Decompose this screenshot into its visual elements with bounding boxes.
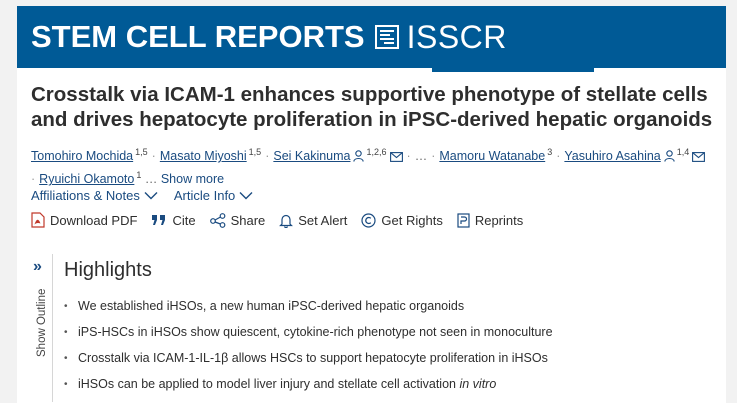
quote-icon (152, 215, 166, 225)
share-button[interactable]: Share (209, 212, 265, 228)
author-item[interactable]: Sei Kakinuma 1,2,6 (273, 147, 403, 163)
journal-brand: STEM CELL REPORTS (31, 19, 365, 54)
chevron-down-icon (144, 192, 158, 200)
list-item: We established iHSOs, a new human iPSC-d… (64, 299, 714, 314)
authors-trailing: … (144, 172, 158, 187)
reprints-button[interactable]: Reprints (457, 212, 523, 228)
highlights-list: We established iHSOs, a new human iPSC-d… (64, 299, 714, 392)
highlights-section: Highlights We established iHSOs, a new h… (64, 259, 714, 403)
author-item[interactable]: Mamoru Watanabe 3 (439, 147, 552, 163)
get-rights-button[interactable]: Get Rights (361, 212, 443, 228)
mail-icon[interactable] (692, 152, 706, 163)
info-row: Affiliations & Notes Article Info (31, 188, 253, 203)
reprints-icon (457, 212, 470, 228)
affiliations-toggle[interactable]: Affiliations & Notes (31, 188, 158, 203)
chevron-down-icon (239, 192, 253, 200)
accent-bar (432, 68, 594, 72)
mail-icon[interactable] (389, 152, 403, 163)
download-pdf-button[interactable]: Download PDF (31, 212, 137, 228)
isscr-logo-icon (374, 25, 399, 49)
copyright-icon (361, 212, 377, 228)
author-item[interactable]: Yasuhiro Asahina 1,4 (564, 147, 706, 163)
set-alert-button[interactable]: Set Alert (279, 212, 347, 228)
journal-banner[interactable]: STEM CELL REPORTS ISSCR (17, 6, 726, 68)
show-outline-label[interactable]: Show Outline (36, 289, 48, 357)
author-item[interactable]: Ryuichi Okamoto 1 (39, 170, 141, 186)
outline-sidebar[interactable]: » Show Outline (31, 254, 53, 402)
person-icon[interactable] (664, 150, 675, 162)
article-toolbar: Download PDF Cite Share Set Alert Get Ri… (31, 212, 523, 228)
partner-name: ISSCR (406, 18, 507, 55)
bell-icon (279, 214, 294, 228)
share-icon (209, 212, 225, 228)
highlights-heading: Highlights (64, 259, 152, 281)
double-chevron-right-icon[interactable]: » (33, 258, 42, 276)
pdf-icon (31, 212, 45, 228)
list-item: iHSOs can be applied to model liver inju… (64, 377, 714, 392)
author-item[interactable]: Tomohiro Mochida 1,5 (31, 147, 148, 163)
author-item[interactable]: Masato Miyoshi 1,5 (160, 147, 261, 163)
show-more-link[interactable]: Show more (161, 172, 224, 186)
authors-ellipsis: … (414, 149, 428, 164)
article-page: STEM CELL REPORTS ISSCR Crosstalk via IC… (17, 6, 726, 403)
article-title: Crosstalk via ICAM-1 enhances supportive… (31, 83, 713, 131)
article-info-toggle[interactable]: Article Info (174, 188, 253, 203)
author-list: Tomohiro Mochida 1,5 · Masato Miyoshi 1,5 · Se… (31, 143, 721, 189)
person-icon[interactable] (353, 150, 365, 162)
list-item: iPS-HSCs in iHSOs show quiescent, cytoki… (64, 325, 714, 340)
list-item: Crosstalk via ICAM-1-IL-1β allows HSCs t… (64, 351, 714, 366)
cite-button[interactable]: Cite (151, 212, 196, 228)
